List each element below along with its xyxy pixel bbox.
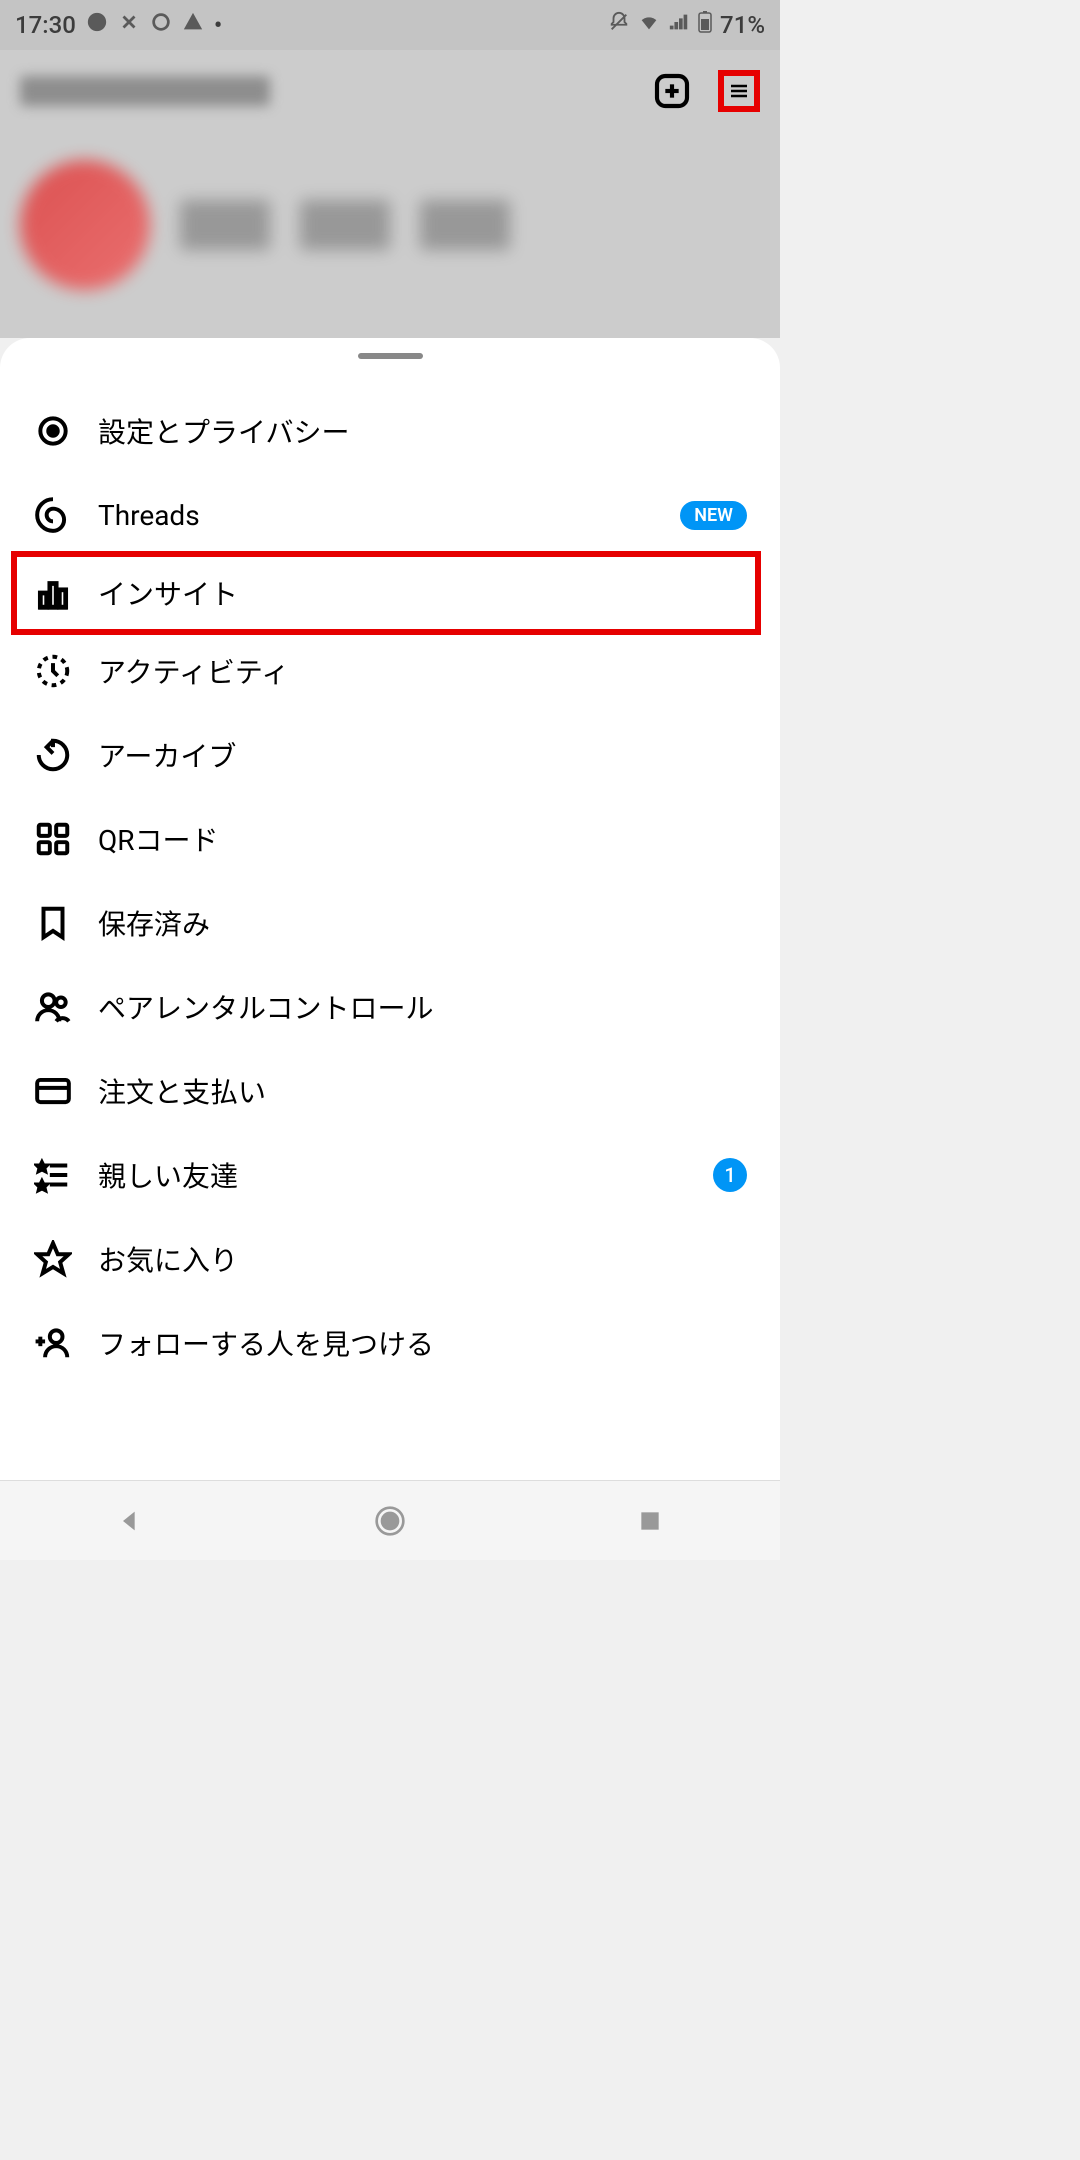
profile-stats-blurred <box>0 160 780 290</box>
menu-item-payment[interactable]: 注文と支払い <box>25 1049 755 1133</box>
threads-icon <box>33 495 73 535</box>
menu-label: アクティビティ <box>98 651 747 691</box>
nav-home-button[interactable] <box>370 1501 410 1541</box>
count-badge: 1 <box>713 1158 747 1192</box>
nav-recent-button[interactable] <box>630 1501 670 1541</box>
menu-item-saved[interactable]: 保存済み <box>25 881 755 965</box>
settings-icon <box>33 411 73 451</box>
bookmark-icon <box>33 903 73 943</box>
menu-label: QRコード <box>98 819 747 859</box>
menu-label: 設定とプライバシー <box>98 411 747 451</box>
activity-icon <box>33 651 73 691</box>
menu-label: 注文と支払い <box>98 1071 747 1111</box>
qr-icon <box>33 819 73 859</box>
drag-handle[interactable] <box>358 353 423 359</box>
insights-icon <box>33 573 73 613</box>
people-icon <box>33 987 73 1027</box>
system-nav-bar <box>0 1480 780 1560</box>
menu-item-archive[interactable]: アーカイブ <box>25 713 755 797</box>
menu-label: アーカイブ <box>98 735 747 775</box>
profile-header <box>0 60 780 122</box>
new-badge: NEW <box>680 501 747 530</box>
star-list-icon <box>33 1155 73 1195</box>
menu-item-discover[interactable]: フォローする人を見つける <box>25 1301 755 1385</box>
menu-item-close-friends[interactable]: 親しい友達 1 <box>25 1133 755 1217</box>
menu-label: 保存済み <box>98 903 747 943</box>
profile-avatar <box>20 160 150 290</box>
menu-label: ペアレンタルコントロール <box>98 987 747 1027</box>
menu-item-parental[interactable]: ペアレンタルコントロール <box>25 965 755 1049</box>
menu-label: お気に入り <box>98 1239 747 1279</box>
menu-item-threads[interactable]: Threads NEW <box>25 473 755 557</box>
archive-icon <box>33 735 73 775</box>
menu-item-insights[interactable]: インサイト <box>11 551 761 635</box>
menu-label: フォローする人を見つける <box>98 1323 747 1363</box>
hamburger-menu-button[interactable] <box>718 70 760 112</box>
menu-label: Threads <box>98 499 655 532</box>
menu-item-settings[interactable]: 設定とプライバシー <box>25 389 755 473</box>
username-blurred <box>20 76 270 106</box>
add-person-icon <box>33 1323 73 1363</box>
menu-item-favorites[interactable]: お気に入り <box>25 1217 755 1301</box>
menu-item-qr[interactable]: QRコード <box>25 797 755 881</box>
menu-label: 親しい友達 <box>98 1155 688 1195</box>
menu-bottom-sheet: 設定とプライバシー Threads NEW インサイト アクティビティ <box>0 338 780 1480</box>
menu-list: 設定とプライバシー Threads NEW インサイト アクティビティ <box>0 389 780 1385</box>
menu-label: インサイト <box>98 573 747 613</box>
nav-back-button[interactable] <box>110 1501 150 1541</box>
menu-item-activity[interactable]: アクティビティ <box>25 629 755 713</box>
card-icon <box>33 1071 73 1111</box>
create-button[interactable] <box>651 70 693 112</box>
star-icon <box>33 1239 73 1279</box>
